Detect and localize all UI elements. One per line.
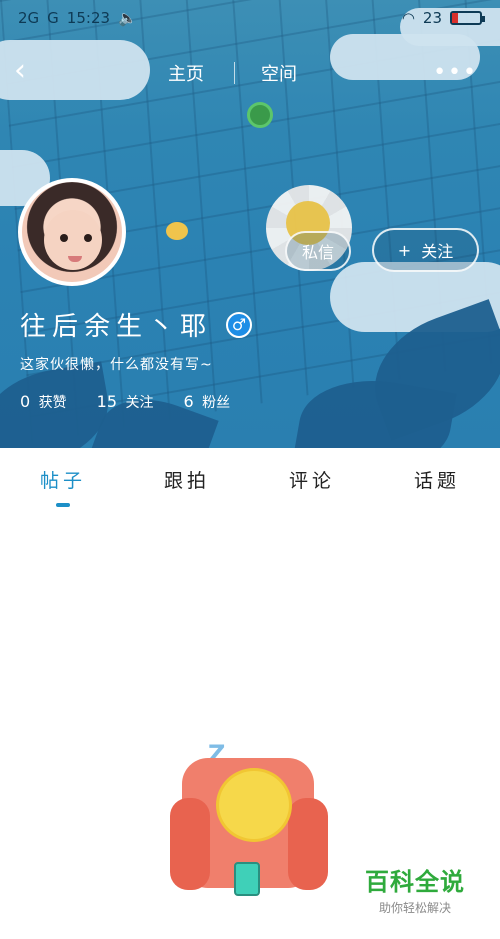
stat-following-label: 关注 bbox=[125, 395, 154, 411]
more-dots-icon: ••• bbox=[433, 60, 478, 85]
avatar[interactable] bbox=[18, 178, 126, 286]
tab-comments[interactable]: 评论 bbox=[289, 466, 335, 493]
content-tabs: 帖子 跟拍 评论 话题 bbox=[0, 448, 500, 518]
tab-topics[interactable]: 话题 bbox=[414, 466, 460, 493]
stat-followers-value: 6 bbox=[183, 392, 194, 411]
profile-stats: 0 获赞 15 关注 6 粉丝 bbox=[20, 392, 230, 412]
stat-followers[interactable]: 6 粉丝 bbox=[183, 392, 230, 412]
follow-button-label: 关注 bbox=[421, 242, 454, 261]
tab-follow-shoot[interactable]: 跟拍 bbox=[164, 466, 210, 493]
watermark: 百科全说 助你轻松解决 bbox=[360, 862, 470, 916]
signal-indicator-secondary: G bbox=[47, 9, 59, 27]
back-arrow-icon: ‹ bbox=[14, 53, 26, 88]
battery-percent: 23 bbox=[422, 9, 442, 27]
watermark-subtitle: 助你轻松解决 bbox=[378, 901, 451, 915]
stat-following-value: 15 bbox=[96, 392, 117, 411]
battery-level bbox=[452, 13, 459, 23]
watermark-title: 百科全说 bbox=[365, 868, 465, 896]
sofa-arm bbox=[288, 798, 328, 890]
stat-following[interactable]: 15 关注 bbox=[97, 392, 154, 412]
tab-home[interactable]: 主页 bbox=[168, 60, 204, 86]
wifi-icon: ◠ bbox=[401, 9, 415, 27]
mute-icon: 🔈 bbox=[118, 9, 137, 27]
signal-indicator: 2G bbox=[18, 9, 40, 27]
tab-posts[interactable]: 帖子 bbox=[40, 466, 86, 493]
follow-button[interactable]: + 关注 bbox=[372, 228, 479, 272]
sleeping-emoji-character bbox=[216, 768, 292, 842]
sofa-arm bbox=[170, 798, 210, 890]
header-tabs: 主页 空间 bbox=[168, 60, 297, 86]
more-button[interactable]: ••• bbox=[433, 60, 478, 85]
status-bar: 2G G 15:23 🔈 ◠ 23 bbox=[0, 0, 500, 36]
username: 往后余生丶耶 bbox=[20, 312, 213, 342]
message-button-label: 私信 bbox=[301, 243, 334, 262]
tab-space[interactable]: 空间 bbox=[261, 60, 297, 86]
avatar-eye bbox=[84, 234, 92, 242]
stat-likes-label: 获赞 bbox=[38, 395, 67, 411]
phone-icon bbox=[234, 862, 260, 896]
rubber-duck-decoration bbox=[166, 222, 188, 240]
tab-separator bbox=[234, 62, 235, 84]
top-navigation: ‹ 主页 空间 ••• bbox=[0, 50, 500, 94]
watermelon-float-decoration bbox=[247, 102, 273, 128]
empty-state-illustration: Z bbox=[170, 740, 330, 905]
username-row: 往后余生丶耶 ♂ bbox=[20, 306, 253, 343]
plus-icon: + bbox=[397, 240, 412, 260]
back-button[interactable]: ‹ bbox=[14, 54, 44, 90]
avatar-eye bbox=[60, 234, 68, 242]
stat-likes-value: 0 bbox=[20, 392, 31, 411]
profile-bio: 这家伙很懒，什么都没有写~ bbox=[20, 357, 213, 373]
male-gender-icon: ♂ bbox=[226, 311, 253, 338]
status-time: 15:23 bbox=[66, 9, 111, 27]
message-button[interactable]: 私信 bbox=[285, 231, 351, 271]
active-tab-indicator bbox=[56, 503, 70, 507]
battery-icon bbox=[450, 11, 485, 25]
stat-followers-label: 粉丝 bbox=[202, 395, 231, 411]
stat-likes[interactable]: 0 获赞 bbox=[20, 392, 67, 412]
